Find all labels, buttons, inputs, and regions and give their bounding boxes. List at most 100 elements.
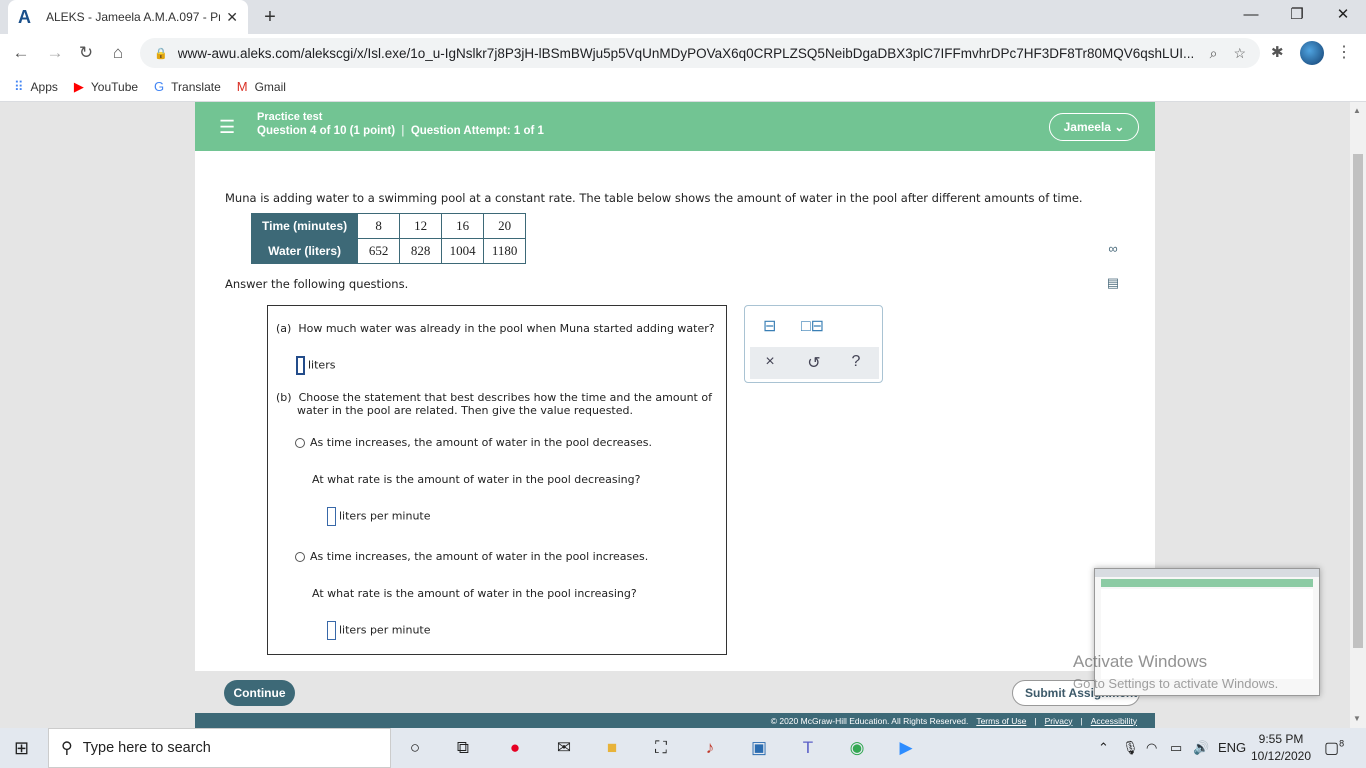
browser-tab-strip: A ALEKS - Jameela A.M.A.097 - Pra ✕ + — …: [0, 0, 1366, 34]
continue-button[interactable]: Continue: [224, 680, 295, 706]
chrome-icon[interactable]: ◉: [844, 736, 870, 760]
table-cell: 8: [357, 213, 401, 239]
reload-button[interactable]: ↻: [73, 41, 99, 65]
translate-icon: G: [154, 79, 165, 94]
taskbar-search[interactable]: ⚲ Type here to search: [48, 728, 391, 768]
browser-menu-icon[interactable]: ⋮: [1336, 42, 1352, 62]
mixed-number-icon[interactable]: □⊟: [801, 316, 824, 336]
option-decreases[interactable]: As time increases, the amount of water i…: [295, 436, 652, 449]
tab-title: ALEKS - Jameela A.M.A.097 - Pra: [46, 10, 221, 24]
mail-icon[interactable]: ✉: [551, 736, 577, 760]
profile-avatar[interactable]: [1300, 41, 1324, 65]
volume-icon[interactable]: 🔊: [1193, 740, 1209, 756]
terms-link[interactable]: Terms of Use: [976, 716, 1026, 726]
decrease-rate-question: At what rate is the amount of water in t…: [312, 473, 641, 486]
math-toolpad: ⊟ □⊟ × ↺ ?: [744, 305, 883, 383]
tab-close-icon[interactable]: ✕: [226, 9, 238, 26]
infinity-icon[interactable]: ∞: [1103, 241, 1123, 261]
increase-rate-input[interactable]: [327, 621, 336, 640]
bookmark-apps[interactable]: ⠿ Apps: [14, 79, 58, 95]
pinterest-icon[interactable]: ●: [502, 736, 528, 760]
network-icon[interactable]: ◠: [1146, 740, 1157, 756]
browser-toolbar: ← → ↻ ⌂ 🔒 www-awu.aleks.com/alekscgi/x/I…: [0, 34, 1366, 72]
table-row: Time (minutes) 8 12 16 20: [250, 213, 527, 239]
address-bar[interactable]: 🔒 www-awu.aleks.com/alekscgi/x/Isl.exe/1…: [140, 38, 1260, 68]
radio-decreases[interactable]: [295, 438, 305, 448]
user-menu-button[interactable]: Jameela ⌄: [1049, 113, 1139, 141]
forward-button[interactable]: →: [42, 41, 68, 65]
activate-windows-watermark: Activate Windows: [1073, 652, 1208, 671]
zoom-app-icon[interactable]: ▶: [893, 736, 919, 760]
lock-icon: 🔒: [154, 47, 168, 60]
table-cell: 828: [399, 238, 443, 264]
windows-start-icon[interactable]: ⊞: [14, 738, 29, 759]
table-row: Water (liters) 652 828 1004 1180: [250, 238, 527, 264]
activate-windows-subtext: Go to Settings to activate Windows.: [1073, 676, 1279, 691]
help-icon[interactable]: ?: [846, 353, 866, 371]
hamburger-menu-icon[interactable]: ☰: [219, 117, 235, 138]
fraction-icon[interactable]: ⊟: [763, 316, 776, 336]
part-a-question: (a) How much water was already in the po…: [276, 322, 715, 335]
undo-icon[interactable]: ↺: [804, 353, 824, 373]
option-increases[interactable]: As time increases, the amount of water i…: [295, 550, 648, 563]
accessibility-link[interactable]: Accessibility: [1091, 716, 1137, 726]
taskbar-clock[interactable]: 9:55 PM 10/12/2020: [1248, 731, 1314, 765]
scroll-down-icon[interactable]: ▼: [1353, 714, 1361, 723]
close-window-button[interactable]: ✕: [1320, 0, 1366, 30]
decrease-rate-answer: liters per minute: [327, 507, 431, 526]
control-panel-icon[interactable]: ▣: [746, 736, 772, 760]
restore-button[interactable]: ❐: [1274, 0, 1320, 30]
new-tab-button[interactable]: +: [258, 5, 282, 29]
part-b-question: (b) Choose the statement that best descr…: [276, 391, 712, 404]
file-explorer-icon[interactable]: ■: [599, 736, 625, 760]
problem-prompt: Muna is adding water to a swimming pool …: [225, 191, 1083, 205]
page-footer: © 2020 McGraw-Hill Education. All Rights…: [195, 713, 1155, 728]
answer-box: (a) How much water was already in the po…: [267, 305, 727, 655]
app-icon[interactable]: ♪: [697, 736, 723, 760]
privacy-link[interactable]: Privacy: [1045, 716, 1073, 726]
bookmark-gmail[interactable]: M Gmail: [237, 79, 286, 94]
bookmark-youtube[interactable]: ▶ YouTube: [74, 79, 138, 95]
task-view-icon[interactable]: ⧉: [450, 736, 476, 760]
decrease-rate-input[interactable]: [327, 507, 336, 526]
minimize-button[interactable]: —: [1228, 0, 1274, 30]
aleks-header: ☰ Practice test Question 4 of 10 (1 poin…: [195, 102, 1155, 151]
clear-icon[interactable]: ×: [760, 353, 780, 371]
copyright-text: © 2020 McGraw-Hill Education. All Rights…: [770, 715, 969, 726]
browser-tab[interactable]: A ALEKS - Jameela A.M.A.097 - Pra ✕: [8, 0, 248, 34]
tray-chevron-icon[interactable]: ⌃: [1098, 740, 1109, 756]
url-text: www-awu.aleks.com/alekscgi/x/Isl.exe/1o_…: [177, 45, 1194, 61]
scrollbar-thumb[interactable]: [1353, 154, 1363, 648]
scroll-up-icon[interactable]: ▲: [1353, 106, 1361, 115]
bookmark-translate[interactable]: G Translate: [154, 79, 221, 94]
back-button[interactable]: ←: [8, 41, 34, 65]
language-indicator[interactable]: ENG: [1218, 740, 1246, 755]
zoom-icon[interactable]: ⌕: [1210, 45, 1218, 62]
question-info: Question 4 of 10 (1 point) | Question At…: [257, 125, 544, 137]
bookmarks-bar: ⠿ Apps ▶ YouTube G Translate M Gmail: [0, 72, 1366, 102]
teams-icon[interactable]: T: [795, 736, 821, 760]
part-a-input[interactable]: [296, 356, 305, 375]
question-panel: Muna is adding water to a swimming pool …: [195, 151, 1155, 671]
notification-center-icon[interactable]: ▢8: [1324, 738, 1344, 758]
battery-icon[interactable]: ▭: [1170, 740, 1182, 756]
bookmark-star-icon[interactable]: ☆: [1233, 45, 1246, 62]
part-b-question-line2: water in the pool are related. Then give…: [297, 404, 633, 417]
part-a-answer: liters: [296, 356, 335, 375]
table-cell: 1180: [483, 238, 527, 264]
notes-icon[interactable]: ▤: [1103, 275, 1123, 295]
table-cell: 1004: [441, 238, 485, 264]
page-scrollbar[interactable]: ▲ ▼: [1350, 102, 1366, 728]
table-cell: 16: [441, 213, 485, 239]
microphone-icon[interactable]: 🎙: [1122, 740, 1139, 756]
gmail-icon: M: [236, 79, 248, 94]
toolpad-actions: × ↺ ?: [750, 347, 879, 379]
cortana-icon[interactable]: ○: [402, 736, 428, 760]
table-cell: 20: [483, 213, 527, 239]
home-button[interactable]: ⌂: [105, 41, 131, 65]
windows-taskbar: ⊞ ⚲ Type here to search ○ ⧉ ● ✉ ■ ⛶ ♪ ▣ …: [0, 728, 1366, 768]
store-icon[interactable]: ⛶: [648, 736, 674, 760]
extensions-puzzle-icon[interactable]: ✱: [1271, 43, 1284, 61]
radio-increases[interactable]: [295, 552, 305, 562]
table-cell: 652: [357, 238, 401, 264]
